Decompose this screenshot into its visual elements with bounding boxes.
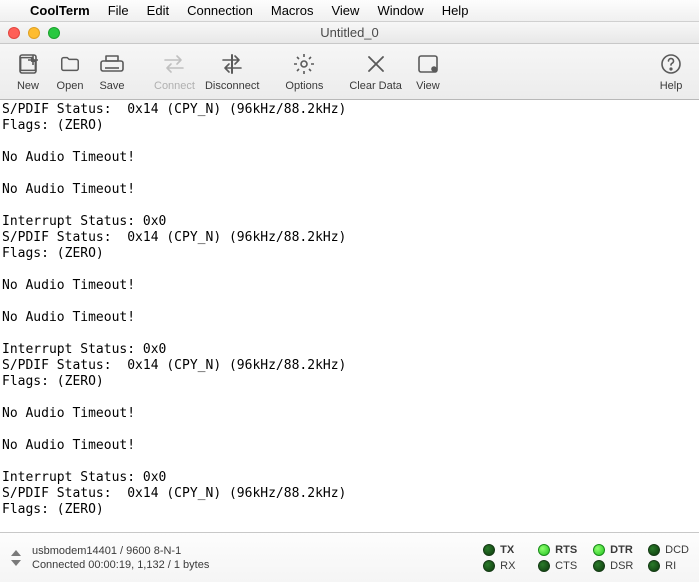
clear-data-button[interactable]: Clear Data [345, 49, 406, 94]
disconnect-label: Disconnect [205, 80, 259, 92]
led-ri: RI [648, 560, 689, 572]
help-label: Help [660, 80, 683, 92]
options-button[interactable]: Options [281, 49, 327, 94]
window-close-button[interactable] [8, 27, 20, 39]
window-maximize-button[interactable] [48, 27, 60, 39]
window-title: Untitled_0 [0, 25, 699, 40]
window-minimize-button[interactable] [28, 27, 40, 39]
open-label: Open [57, 80, 84, 92]
traffic-lights [8, 27, 60, 39]
clear-x-icon [363, 51, 389, 77]
led-dtr: DTR [593, 544, 634, 556]
menu-connection[interactable]: Connection [187, 3, 253, 18]
connect-button[interactable]: Connect [150, 49, 199, 94]
led-tx: TX [483, 544, 524, 556]
help-circle-icon [658, 51, 684, 77]
menu-file[interactable]: File [108, 3, 129, 18]
connected-label: Connected 00:00:19, 1,132 / 1 bytes [32, 559, 209, 571]
led-rts: RTS [538, 544, 579, 556]
view-button[interactable]: View [408, 49, 448, 94]
save-button[interactable]: Save [92, 49, 132, 94]
options-label: Options [285, 80, 323, 92]
view-label: View [416, 80, 440, 92]
connect-arrows-icon [161, 51, 187, 77]
view-hex-icon [415, 51, 441, 77]
new-document-icon [15, 51, 41, 77]
serial-leds: TX RTS DTR DCD RX CTS DSR RI [483, 544, 689, 572]
app-name-menu[interactable]: CoolTerm [30, 3, 90, 18]
led-cts: CTS [538, 560, 579, 572]
open-button[interactable]: Open [50, 49, 90, 94]
menu-window[interactable]: Window [377, 3, 423, 18]
connection-activity-icon [10, 550, 22, 566]
led-rx: RX [483, 560, 524, 572]
menu-macros[interactable]: Macros [271, 3, 314, 18]
menu-help[interactable]: Help [442, 3, 469, 18]
disconnect-arrows-icon [219, 51, 245, 77]
led-dsr: DSR [593, 560, 634, 572]
connect-label: Connect [154, 80, 195, 92]
toolbar: New Open Save Connect Disconnect [0, 44, 699, 100]
folder-open-icon [57, 51, 83, 77]
status-bar: usbmodem14401 / 9600 8-N-1 Connected 00:… [0, 532, 699, 582]
led-dcd: DCD [648, 544, 689, 556]
connection-info: usbmodem14401 / 9600 8-N-1 Connected 00:… [32, 545, 209, 571]
clear-label: Clear Data [349, 80, 402, 92]
printer-icon [99, 51, 125, 77]
window-titlebar: Untitled_0 [0, 22, 699, 44]
new-button[interactable]: New [8, 49, 48, 94]
disconnect-button[interactable]: Disconnect [201, 49, 263, 94]
new-label: New [17, 80, 39, 92]
menu-view[interactable]: View [331, 3, 359, 18]
menu-edit[interactable]: Edit [147, 3, 169, 18]
macos-menubar: CoolTerm File Edit Connection Macros Vie… [0, 0, 699, 22]
terminal-output[interactable]: S/PDIF Status: 0x14 (CPY_N) (96kHz/88.2k… [0, 100, 699, 532]
help-button[interactable]: Help [651, 49, 691, 94]
port-label: usbmodem14401 / 9600 8-N-1 [32, 545, 209, 557]
gear-icon [291, 51, 317, 77]
save-label: Save [99, 80, 124, 92]
